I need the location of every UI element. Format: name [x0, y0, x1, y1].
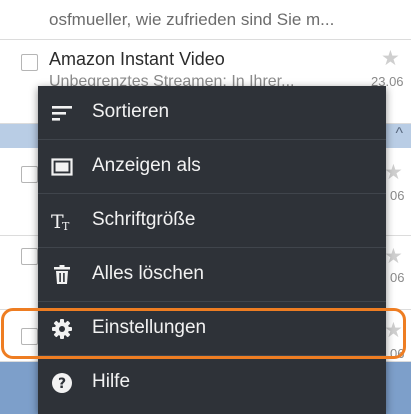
overflow-menu: Sortieren Anzeigen als T T Schriftgröße [38, 86, 386, 414]
view-as-icon [50, 155, 74, 179]
menu-item-delete-all[interactable]: Alles löschen [38, 248, 386, 302]
menu-item-label: Alles löschen [92, 263, 204, 284]
menu-item-label: Hilfe [92, 371, 131, 392]
menu-item-font-size[interactable]: T T Schriftgröße [38, 194, 386, 248]
highlight-frame [1, 308, 406, 359]
email-checkbox[interactable] [21, 248, 38, 265]
star-icon[interactable]: ★ [381, 48, 400, 69]
email-snippet: osfmueller, wie zufrieden sind Sie m... [49, 10, 335, 29]
menu-item-label: Schriftgröße [92, 209, 196, 230]
trash-icon [50, 263, 74, 287]
menu-item-view-as[interactable]: Anzeigen als [38, 140, 386, 194]
svg-text:T: T [62, 220, 70, 232]
help-icon: ? [50, 371, 74, 395]
email-checkbox[interactable] [21, 54, 38, 71]
email-checkbox[interactable] [21, 166, 38, 183]
svg-text:?: ? [58, 376, 66, 392]
sort-icon [50, 101, 74, 125]
email-date: 06 [390, 270, 405, 285]
star-icon[interactable]: ★ [384, 246, 403, 267]
font-size-icon: T T [50, 209, 74, 233]
menu-item-label: Sortieren [92, 101, 170, 122]
email-sender: Amazon Instant Video [49, 49, 225, 69]
chevron-up-icon[interactable]: ^ [395, 125, 403, 143]
menu-item-help[interactable]: ? Hilfe [38, 356, 386, 410]
menu-item-label: Anzeigen als [92, 155, 201, 176]
list-item[interactable]: osfmueller, wie zufrieden sind Sie m... [0, 0, 411, 40]
menu-item-sort[interactable]: Sortieren [38, 86, 386, 140]
star-icon[interactable]: ★ [384, 162, 403, 183]
email-date: 06 [390, 188, 405, 203]
